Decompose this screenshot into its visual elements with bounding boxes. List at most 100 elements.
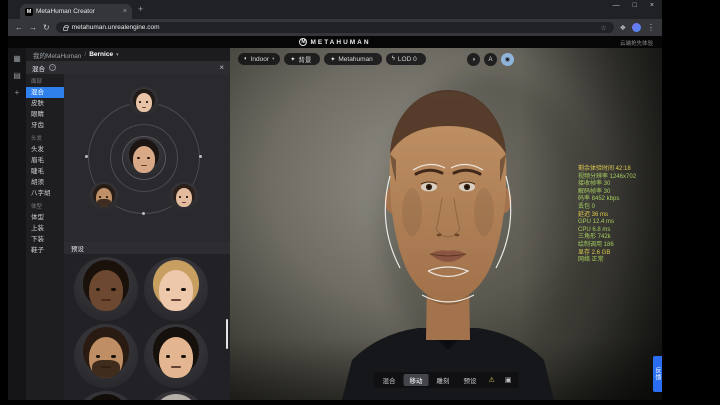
window-controls: — □ × [613, 2, 654, 9]
category-item: 体型 [26, 199, 64, 212]
ring-dot [85, 155, 88, 158]
stat-line: 显存 2.6 GB [578, 250, 652, 258]
category-item[interactable]: 眉毛 [26, 155, 64, 166]
face-skin [133, 146, 156, 173]
face-skin [136, 93, 152, 112]
new-tab-button[interactable]: + [138, 4, 143, 14]
my-metahumans-grid-icon[interactable]: ▦ [13, 55, 21, 63]
preset-face-thumb[interactable] [74, 324, 138, 388]
background-button[interactable]: ✦ 背景 [284, 53, 320, 65]
category-item[interactable]: 胡须 [26, 177, 64, 188]
face-mouth [171, 299, 181, 301]
extensions-icon[interactable]: ❖ [620, 24, 626, 32]
category-item[interactable]: 体型 [26, 212, 64, 223]
back-icon[interactable]: ← [15, 24, 23, 32]
category-item[interactable]: 眼睛 [26, 109, 64, 120]
pill-label: LOD 0 [398, 56, 417, 63]
feedback-tab[interactable]: 反馈 [653, 356, 662, 392]
ring-dot [142, 212, 145, 215]
category-item[interactable]: 头发 [26, 144, 64, 155]
reload-icon[interactable]: ↻ [43, 24, 50, 32]
lighting-toggle-button[interactable]: ◑ [467, 53, 480, 66]
viewport-bottom-toolbar: 混合 移动 雕刻 预设 ⚠ ▣ [374, 372, 519, 388]
category-item[interactable]: 下装 [26, 234, 64, 245]
viewport: ◐ Indoor ▾ ✦ 背景 ✦ Metahuman [230, 48, 662, 400]
tab-close-icon[interactable]: × [123, 8, 127, 15]
screen: M MetaHuman Creator × + — □ × ← → ↻ meta… [0, 0, 720, 405]
environment-select[interactable]: ◐ Indoor ▾ [238, 53, 280, 65]
stat-line: 三角形 742k [578, 234, 652, 242]
face-eye [111, 288, 115, 292]
browser-menu-icon[interactable]: ⋮ [647, 23, 655, 32]
panel-close-icon[interactable]: × [219, 63, 224, 72]
viewport-mode-button[interactable]: 移动 [404, 374, 429, 386]
blend-circle-widget[interactable] [64, 74, 230, 242]
forward-icon[interactable]: → [29, 24, 37, 32]
face-mouth [182, 202, 187, 203]
category-item[interactable]: 混合 [26, 87, 64, 98]
face-mouth [142, 107, 147, 108]
minimize-button[interactable]: — [613, 2, 620, 9]
address-bar[interactable]: metahuman.unrealengine.com ☆ [56, 22, 614, 33]
preset-face-thumb[interactable] [144, 257, 208, 321]
blend-face-thumb[interactable] [129, 87, 159, 117]
chevron-down-icon[interactable]: ▾ [116, 52, 119, 58]
face-mouth [171, 366, 181, 368]
ring-dot [199, 155, 202, 158]
presets-scrollbar[interactable] [226, 319, 228, 349]
stat-line: 剩余体验时间 42:18 [578, 166, 652, 174]
preset-face-thumb[interactable] [144, 391, 208, 400]
blend-face-thumb[interactable] [169, 182, 199, 212]
create-new-icon[interactable]: + [15, 89, 20, 97]
panel-body: 面部 混合 皮肤 眼睛 牙齿 头发 头发 [26, 74, 230, 400]
category-item[interactable]: 牙齿 [26, 120, 64, 131]
warning-icon[interactable]: ⚠ [485, 376, 499, 384]
panel-content: 预设 [64, 74, 230, 400]
preset-face-thumb[interactable] [144, 324, 208, 388]
profile-avatar[interactable] [632, 23, 641, 32]
viewport-toolbar: ◐ Indoor ▾ ✦ 背景 ✦ Metahuman [238, 53, 426, 65]
category-item[interactable]: 睫毛 [26, 166, 64, 177]
blend-face-thumb[interactable] [123, 137, 165, 179]
annotations-toggle-button[interactable]: A [484, 53, 497, 66]
breadcrumb[interactable]: 我的MetaHuman / Bernice ▾ [26, 48, 230, 61]
category-item[interactable]: 上装 [26, 223, 64, 234]
close-button[interactable]: × [650, 2, 654, 9]
blend-face-thumb[interactable] [89, 182, 119, 212]
viewport-mode-button[interactable]: 雕刻 [431, 374, 456, 386]
blend-panel: 混合 ? × 面部 混合 皮肤 眼睛 [26, 61, 230, 400]
camera-view-button[interactable]: ◉ [501, 53, 514, 66]
info-icon[interactable]: ? [49, 64, 56, 71]
metahuman-logo-icon: M [299, 38, 307, 46]
pill-icon: ✦ [290, 56, 295, 63]
face-mouth [141, 165, 148, 166]
viewport-mode-button[interactable]: 预设 [458, 374, 483, 386]
category-item: 头发 [26, 131, 64, 144]
maximize-button[interactable]: □ [633, 2, 637, 9]
preview-person-icon[interactable]: ▣ [501, 376, 516, 384]
stat-line: GPU 12.4 ms [578, 219, 652, 227]
face-eye [181, 288, 185, 292]
stat-line: 延迟 36 ms [578, 212, 652, 220]
preset-face-thumb[interactable] [74, 391, 138, 400]
stat-line: 丢包 0 [578, 204, 652, 212]
category-item[interactable]: 八字胡 [26, 188, 64, 199]
category-item[interactable]: 皮肤 [26, 98, 64, 109]
chevron-down-icon: ▾ [272, 56, 274, 62]
browser-toolbar: ← → ↻ metahuman.unrealengine.com ☆ ❖ ⋮ [8, 19, 662, 36]
assets-library-icon[interactable]: ▤ [13, 72, 21, 80]
metahuman-quality-button[interactable]: ✦ Metahuman [324, 53, 381, 65]
category-item[interactable]: 鞋子 [26, 245, 64, 256]
metahuman-logo-text: METAHUMAN [310, 39, 370, 46]
face-eye [111, 355, 115, 359]
breadcrumb-root[interactable]: 我的MetaHuman [33, 50, 81, 60]
preset-face-thumb[interactable] [74, 257, 138, 321]
face-beard [92, 360, 120, 377]
site-favicon: M [25, 8, 33, 16]
bookmark-star-icon[interactable]: ☆ [600, 24, 606, 32]
viewport-mode-button[interactable]: 混合 [377, 374, 402, 386]
lod-select[interactable]: ϟ LOD 0 [386, 53, 426, 65]
metahuman-logo: M METAHUMAN [299, 38, 370, 46]
browser-tab[interactable]: M MetaHuman Creator × [20, 4, 132, 19]
face-eye [181, 355, 185, 359]
